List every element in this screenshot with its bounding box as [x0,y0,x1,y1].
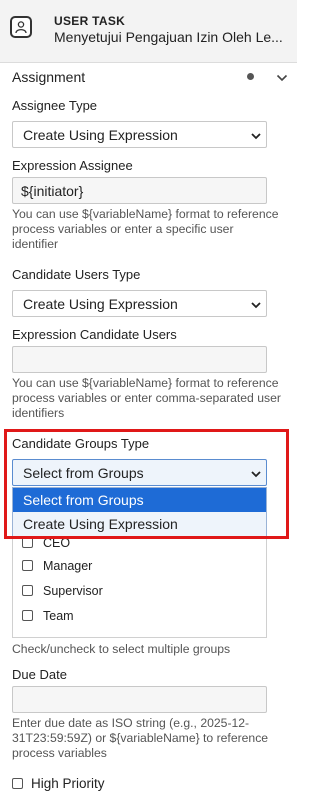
candidate-groups-type-select[interactable]: Select from Groups [12,459,267,486]
assignment-section-header[interactable]: Assignment [0,62,297,92]
checkbox[interactable] [22,537,33,548]
candidate-users-type-label: Candidate Users Type [12,267,141,282]
expression-assignee-label: Expression Assignee [12,158,133,173]
option-select-from-groups[interactable]: Select from Groups [13,488,266,512]
candidate-groups-type-options: Select from Groups Create Using Expressi… [12,487,267,536]
high-priority-row[interactable]: High Priority [12,776,212,794]
chevron-down-icon [250,129,262,145]
high-priority-checkbox[interactable] [12,778,23,789]
assignee-type-label: Assignee Type [12,98,98,113]
checkbox[interactable] [22,585,33,596]
due-date-input[interactable] [12,686,267,713]
chevron-down-icon [250,467,262,483]
assignee-type-value: Create Using Expression [23,127,178,143]
task-header: USER TASK Menyetujui Pengajuan Izin Oleh… [0,0,297,63]
candidate-users-type-value: Create Using Expression [23,296,178,312]
candidate-groups-type-label: Candidate Groups Type [12,436,150,451]
checkbox[interactable] [22,610,33,621]
chevron-down-icon [250,298,262,314]
expression-candidate-users-input[interactable] [12,346,267,373]
groups-list: CEO Manager Supervisor Team [12,536,267,638]
dot-indicator-icon [247,73,254,80]
assignee-type-select[interactable]: Create Using Expression [12,121,267,148]
user-task-icon [10,16,32,38]
due-date-help: Enter due date as ISO string (e.g., 2025… [12,716,269,760]
checkbox[interactable] [22,560,33,571]
expression-candidate-users-label: Expression Candidate Users [12,327,177,342]
expression-assignee-input[interactable]: ${initiator} [12,177,267,204]
section-title: Assignment [12,69,86,85]
expression-assignee-help: You can use ${variableName} format to re… [12,207,279,251]
candidate-groups-type-value: Select from Groups [23,465,144,481]
high-priority-label: High Priority [31,776,105,791]
option-create-using-expression[interactable]: Create Using Expression [13,512,266,536]
chevron-down-icon[interactable] [276,71,288,89]
element-kind-label: USER TASK [54,14,126,28]
expression-assignee-value: ${initiator} [21,183,84,199]
candidate-users-type-select[interactable]: Create Using Expression [12,290,267,317]
expression-candidate-users-help: You can use ${variableName} format to re… [12,376,281,420]
groups-help: Check/uncheck to select multiple groups [12,642,231,656]
due-date-label: Due Date [12,667,67,682]
element-name: Menyetujui Pengajuan Izin Oleh Le... [54,29,283,45]
